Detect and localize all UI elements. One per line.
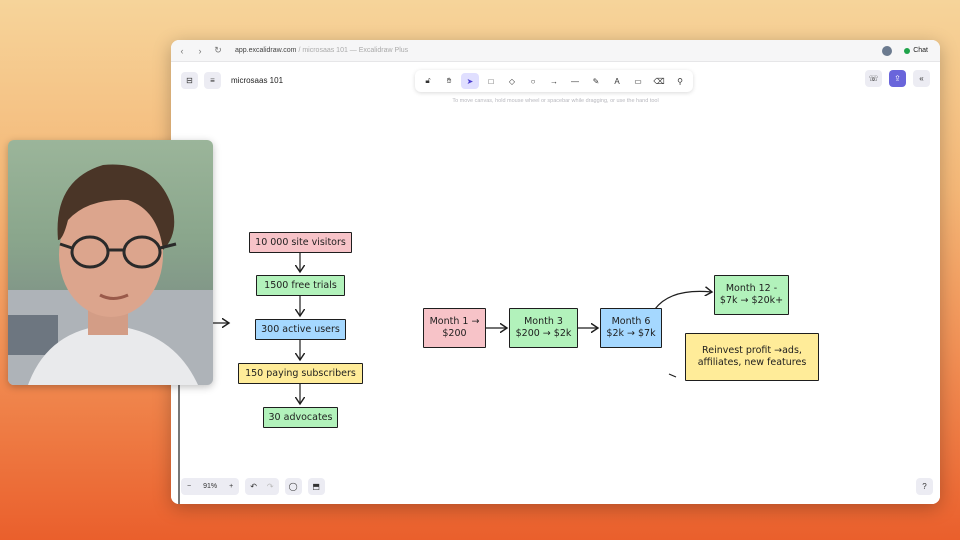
timeline-line-2: $200: [442, 328, 467, 339]
undo-icon[interactable]: ↶: [245, 482, 262, 491]
help-icon[interactable]: ?: [916, 478, 933, 495]
funnel-node-active-users[interactable]: 300 active users: [255, 319, 346, 340]
funnel-node-subscribers[interactable]: 150 paying subscribers: [238, 363, 363, 384]
arrow-month6-month12[interactable]: [654, 291, 712, 310]
funnel-node-label: 10 000 site visitors: [255, 236, 346, 248]
reinvest-note[interactable]: Reinvest profit →ads, affiliates, new fea…: [685, 333, 819, 381]
stray-stroke[interactable]: [668, 373, 677, 378]
funnel-node-trials[interactable]: 1500 free trials: [256, 275, 345, 296]
forward-icon[interactable]: ›: [193, 46, 207, 56]
timeline-line-1: Month 1 →: [429, 316, 480, 328]
timeline-line-2: $200 → $2k: [515, 328, 572, 339]
address-bar[interactable]: app.excalidraw.com / microsaas 101 — Exc…: [235, 47, 408, 54]
zoom-in-icon[interactable]: +: [223, 483, 239, 490]
timeline-node-month-1[interactable]: Month 1 → $200: [423, 308, 486, 348]
reload-icon[interactable]: ↻: [211, 45, 225, 56]
url-page-title: microsaas 101 — Excalidraw Plus: [302, 47, 409, 54]
note-line-1: Reinvest profit →ads,: [702, 345, 802, 357]
funnel-node-label: 30 advocates: [268, 411, 333, 423]
funnel-node-label: 300 active users: [261, 323, 340, 335]
funnel-node-visitors[interactable]: 10 000 site visitors: [249, 232, 352, 253]
presenter-video: [8, 164, 213, 385]
timeline-node-month-6[interactable]: Month 6 $2k → $7k: [600, 308, 662, 348]
note-line-2: affiliates, new features: [697, 357, 807, 368]
timeline-line-1: Month 6: [611, 316, 651, 328]
timeline-node-month-3[interactable]: Month 3 $200 → $2k: [509, 308, 578, 348]
browser-titlebar: ‹ › ↻ app.excalidraw.com / microsaas 101…: [171, 40, 940, 62]
chat-icon: [904, 47, 911, 54]
extension-icon[interactable]: [882, 45, 893, 56]
comment-icon[interactable]: ◯: [284, 478, 302, 495]
excalidraw-canvas[interactable]: ⊟ ≡ microsaas 101 🔓︎ ✋︎ ➤ □ ◇ ○ → — ✎ A …: [171, 62, 940, 504]
funnel-node-label: 1500 free trials: [264, 279, 337, 291]
webcam-overlay: [8, 140, 213, 385]
chat-button[interactable]: Chat: [898, 45, 934, 56]
timeline-line-1: Month 3: [524, 316, 563, 328]
funnel-node-label: 150 paying subscribers: [245, 367, 356, 379]
timeline-line-2: $7k → $20k+: [719, 295, 784, 306]
zoom-out-icon[interactable]: −: [181, 483, 197, 490]
redo-icon[interactable]: ↷: [262, 482, 279, 491]
funnel-node-advocates[interactable]: 30 advocates: [263, 407, 338, 428]
zoom-controls: − 91% +: [181, 478, 240, 495]
timeline-line-1: Month 12 -: [725, 283, 778, 295]
history-controls: ↶ ↷: [245, 478, 279, 495]
chat-label: Chat: [913, 47, 928, 54]
back-icon[interactable]: ‹: [175, 46, 189, 56]
zoom-level[interactable]: 91%: [197, 483, 223, 490]
timeline-node-month-12[interactable]: Month 12 - $7k → $20k+: [714, 275, 789, 315]
presentation-icon[interactable]: ⬒: [307, 478, 325, 495]
url-domain: app.excalidraw.com: [235, 47, 297, 54]
timeline-line-2: $2k → $7k: [606, 328, 656, 339]
browser-window: ‹ › ↻ app.excalidraw.com / microsaas 101…: [171, 40, 940, 504]
